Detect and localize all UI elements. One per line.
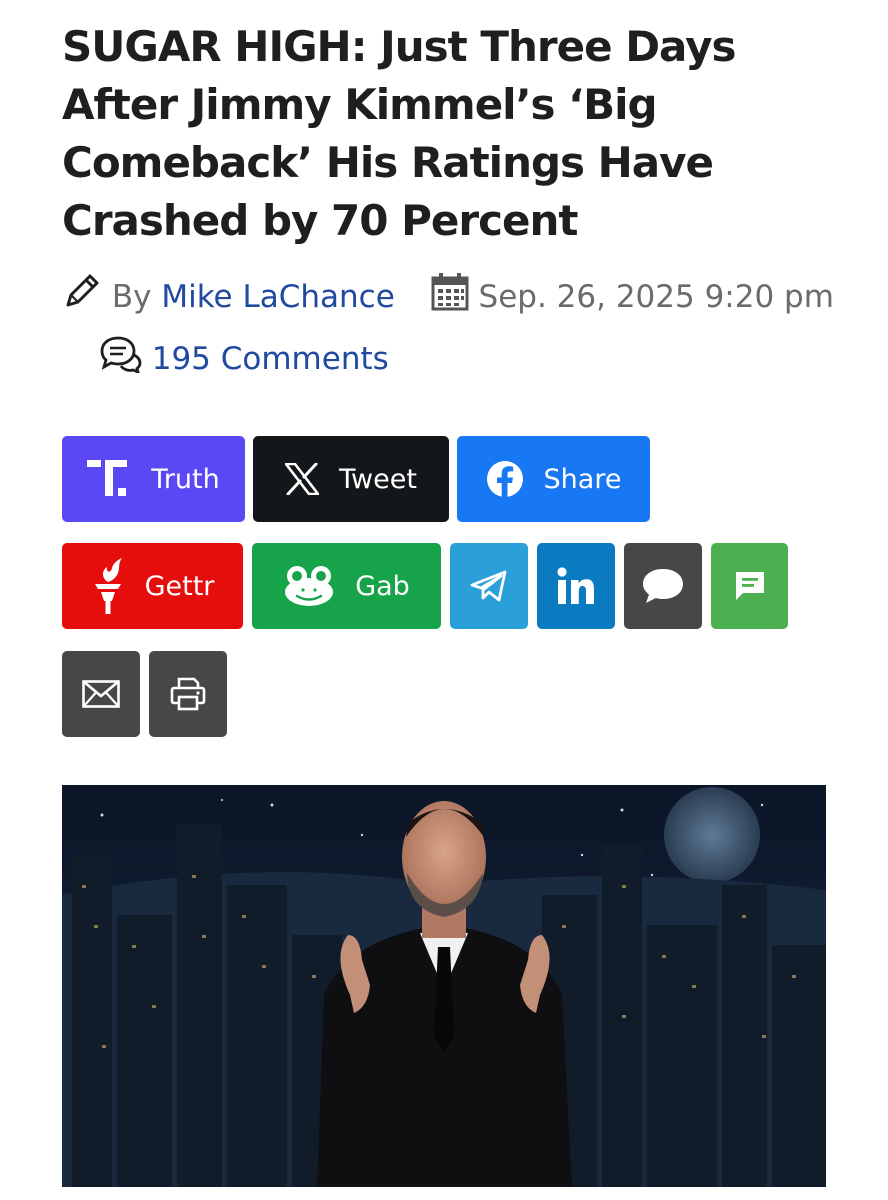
facebook-share-label: Share (543, 463, 622, 495)
email-share-button[interactable] (62, 651, 140, 737)
facebook-icon (486, 460, 524, 498)
telegram-icon (470, 570, 508, 602)
by-label: By (111, 279, 152, 315)
pencil-icon (62, 274, 112, 315)
gab-share-label: Gab (355, 570, 410, 602)
article-meta: By Mike LaChance Sep. 26, 2025 9:20 pm 1… (62, 266, 842, 390)
truth-share-button[interactable]: Truth (62, 436, 245, 522)
gettr-share-button[interactable]: Gettr (62, 543, 243, 629)
email-icon (82, 680, 120, 708)
x-icon (285, 463, 320, 495)
comments-link[interactable]: 195 Comments (152, 341, 389, 377)
linkedin-share-button[interactable] (537, 543, 615, 629)
tweet-button[interactable]: Tweet (253, 436, 449, 522)
tweet-label: Tweet (339, 463, 417, 495)
gettr-share-label: Gettr (144, 570, 215, 602)
truth-social-icon (87, 460, 131, 498)
sms-share-button[interactable] (711, 543, 788, 629)
sms-icon (733, 569, 767, 603)
article-photo (62, 785, 826, 1187)
telegram-share-button[interactable] (450, 543, 528, 629)
comment-share-button[interactable] (624, 543, 702, 629)
truth-share-label: Truth (151, 463, 220, 495)
facebook-share-button[interactable]: Share (457, 436, 650, 522)
linkedin-icon (557, 567, 595, 605)
post-date: Sep. 26, 2025 9:20 pm (478, 279, 834, 315)
print-button[interactable] (149, 651, 227, 737)
calendar-icon (421, 273, 479, 315)
gab-share-button[interactable]: Gab (252, 543, 441, 629)
article-title: SUGAR HIGH: Just Three Days After Jimmy … (62, 22, 737, 245)
print-icon (170, 677, 206, 711)
comments-icon (88, 336, 152, 377)
author-link[interactable]: Mike LaChance (161, 279, 394, 315)
gettr-torch-icon (91, 556, 125, 616)
comment-bubble-icon (640, 566, 686, 606)
gab-frog-icon (283, 565, 335, 607)
